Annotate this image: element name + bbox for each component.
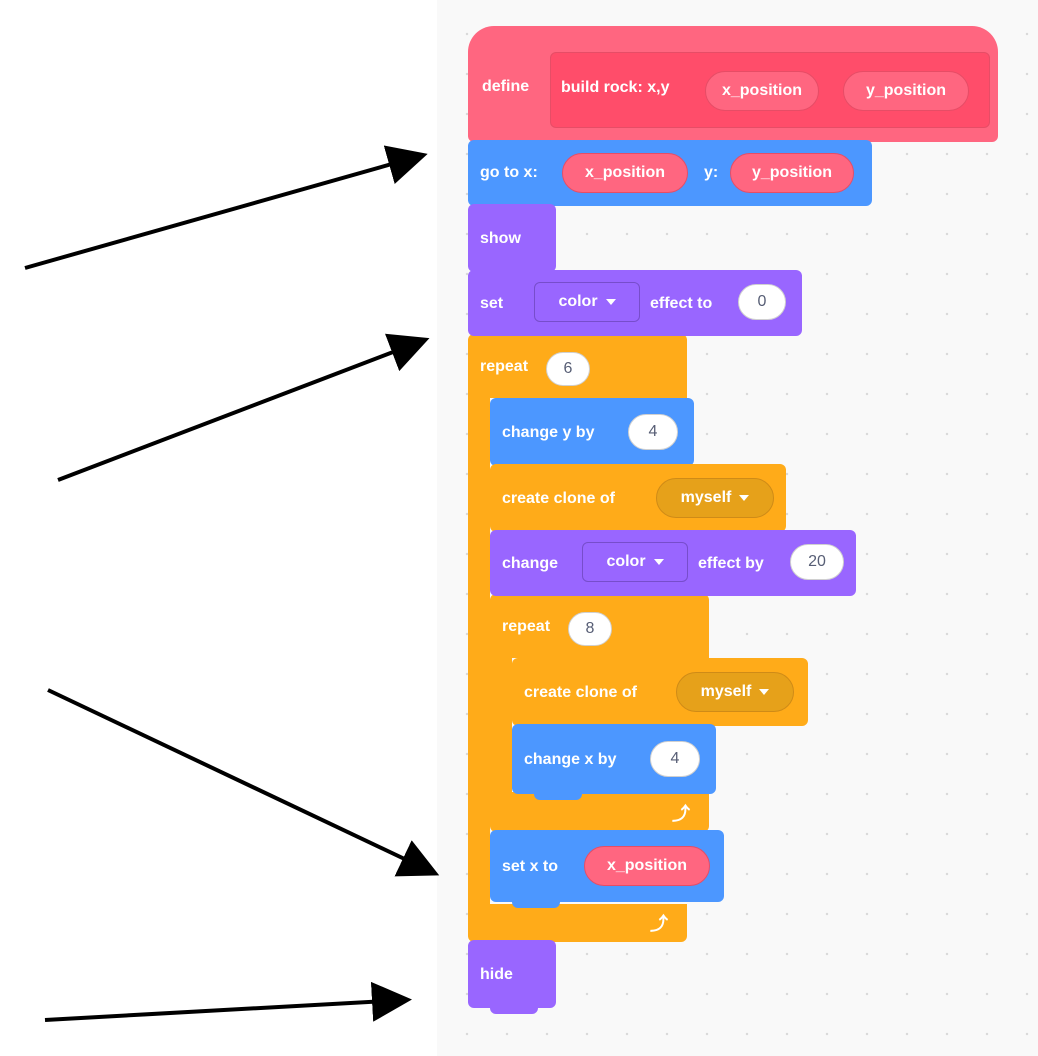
- change-effect-block[interactable]: change color effect by 20: [490, 530, 856, 596]
- change-x-value-input[interactable]: 4: [650, 741, 700, 777]
- arrow-4: [44, 981, 412, 1022]
- procedure-name: build rock: x,y: [561, 79, 670, 96]
- chevron-down-icon: [605, 299, 616, 305]
- hide-block[interactable]: hide: [468, 940, 556, 1008]
- procedure-prototype[interactable]: build rock: x,y x_position y_position: [550, 52, 990, 128]
- create-clone-block[interactable]: create clone of myself: [512, 658, 808, 726]
- repeat-count-input[interactable]: 6: [546, 352, 590, 386]
- create-clone-block[interactable]: create clone of myself: [490, 464, 786, 532]
- param-x-position[interactable]: x_position: [705, 71, 819, 111]
- go-to-xy-block[interactable]: go to x: x_position y: y_position: [468, 140, 872, 206]
- set-effect-block[interactable]: set color effect to 0: [468, 270, 802, 336]
- block-notch: [534, 792, 582, 800]
- repeat-6-footer: ⤴: [468, 904, 687, 942]
- change-y-label: change y by: [502, 424, 595, 441]
- y-label: y:: [704, 164, 719, 181]
- create-clone-label: create clone of: [502, 490, 615, 507]
- repeat-count-input[interactable]: 8: [568, 612, 612, 646]
- block-notch: [490, 1006, 538, 1014]
- define-label: define: [482, 78, 530, 95]
- change-label: change: [502, 555, 559, 572]
- set-x-label: set x to: [502, 858, 559, 875]
- chevron-down-icon: [739, 495, 750, 501]
- loop-arrow-icon: ⤴: [650, 914, 668, 934]
- repeat-6-arm: [468, 396, 490, 906]
- arrow-3: [47, 688, 440, 877]
- repeat-6-block[interactable]: repeat 6: [468, 334, 687, 398]
- define-block[interactable]: define build rock: x,y x_position y_posi…: [468, 26, 998, 142]
- change-y-block[interactable]: change y by 4: [490, 398, 694, 466]
- show-label: show: [480, 230, 521, 247]
- repeat-8-block[interactable]: repeat 8: [490, 594, 709, 658]
- repeat-8-footer: ⤴: [490, 792, 709, 832]
- change-x-block[interactable]: change x by 4: [512, 724, 716, 794]
- x-position-reporter[interactable]: x_position: [584, 846, 710, 886]
- hide-label: hide: [480, 966, 513, 983]
- param-y-position[interactable]: y_position: [843, 71, 969, 111]
- change-x-label: change x by: [524, 751, 617, 768]
- repeat-label: repeat: [480, 358, 529, 375]
- effect-by-value-input[interactable]: 20: [790, 544, 844, 580]
- effect-dropdown[interactable]: color: [534, 282, 640, 322]
- set-x-block[interactable]: set x to x_position: [490, 830, 724, 902]
- repeat-8-arm: [490, 656, 512, 796]
- change-y-value-input[interactable]: 4: [628, 414, 678, 450]
- clone-target-dropdown[interactable]: myself: [656, 478, 774, 518]
- repeat-label: repeat: [502, 618, 551, 635]
- show-block[interactable]: show: [468, 204, 556, 272]
- effect-by-label: effect by: [698, 555, 764, 572]
- x-position-reporter[interactable]: x_position: [562, 153, 688, 193]
- y-position-reporter[interactable]: y_position: [730, 153, 854, 193]
- go-to-label: go to x:: [480, 164, 538, 181]
- loop-arrow-icon: ⤴: [672, 804, 690, 824]
- arrow-1: [24, 145, 428, 270]
- clone-target-dropdown[interactable]: myself: [676, 672, 794, 712]
- effect-dropdown[interactable]: color: [582, 542, 688, 582]
- effect-value-input[interactable]: 0: [738, 284, 786, 320]
- block-notch: [512, 900, 560, 908]
- create-clone-label: create clone of: [524, 684, 637, 701]
- arrow-2: [57, 333, 430, 482]
- effect-to-label: effect to: [650, 295, 713, 312]
- chevron-down-icon: [759, 689, 770, 695]
- set-label: set: [480, 295, 504, 312]
- chevron-down-icon: [653, 559, 664, 565]
